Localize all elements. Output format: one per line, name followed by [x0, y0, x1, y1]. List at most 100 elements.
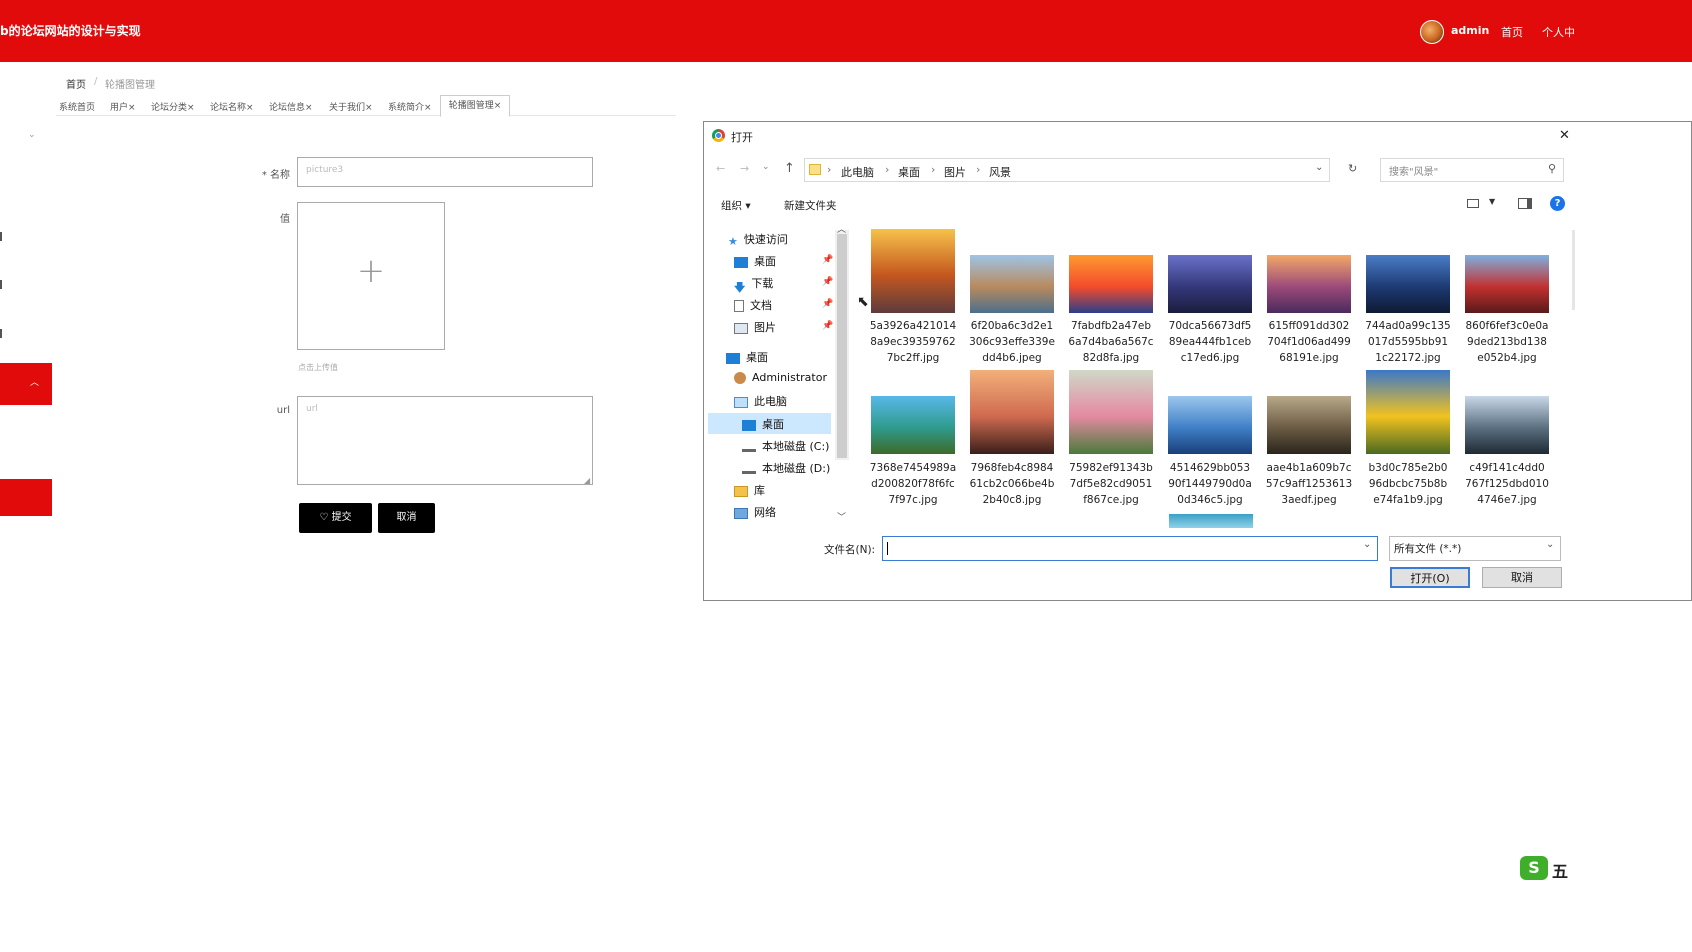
- file-name[interactable]: b3d0c785e2b0 96dbcbc75b8b e74fa1b9.jpg: [1360, 460, 1456, 508]
- profile-link[interactable]: 个人中: [1542, 24, 1575, 40]
- refresh-icon[interactable]: ↻: [1348, 162, 1357, 175]
- up-arrow-icon[interactable]: ↑: [784, 161, 795, 176]
- file-thumbnail[interactable]: [1168, 229, 1252, 313]
- pin-icon[interactable]: 📌: [822, 277, 833, 287]
- file-name[interactable]: 7968feb4c8984 61cb2c066be4b 2b40c8.jpg: [964, 460, 1060, 508]
- file-thumbnail[interactable]: [1267, 370, 1351, 454]
- file-thumbnail[interactable]: [1168, 370, 1252, 454]
- address-bar[interactable]: › 此电脑 › 桌面 › 图片 › 风景 ⌄: [804, 158, 1330, 182]
- file-thumbnail[interactable]: [1069, 229, 1153, 313]
- file-thumbnail[interactable]: [970, 370, 1054, 454]
- file-name[interactable]: 6f20ba6c3d2e1 306c93effe339e dd4b6.jpeg: [964, 318, 1060, 366]
- close-icon[interactable]: ✕: [1559, 128, 1570, 143]
- file-name[interactable]: 615ff091dd302 704f1d06ad499 68191e.jpg: [1261, 318, 1357, 366]
- nav-network[interactable]: 网络: [734, 504, 776, 520]
- address-segment[interactable]: 此电脑: [841, 164, 874, 180]
- image-uploader[interactable]: +: [297, 202, 445, 350]
- dialog-cancel-button[interactable]: 取消: [1482, 567, 1562, 588]
- search-icon[interactable]: ⚲: [1548, 162, 1556, 175]
- nav-drive-c[interactable]: 本地磁盘 (C:): [742, 438, 829, 454]
- file-name[interactable]: 4514629bb053 90f1449790d0a 0d346c5.jpg: [1162, 460, 1258, 508]
- url-textarea[interactable]: url: [297, 396, 593, 485]
- address-segment[interactable]: 桌面: [898, 164, 920, 180]
- tab-about-us[interactable]: 关于我们×: [329, 100, 373, 113]
- home-link[interactable]: 首页: [1501, 24, 1523, 40]
- view-mode-icon[interactable]: [1467, 199, 1479, 208]
- back-arrow-icon[interactable]: ←: [716, 162, 725, 175]
- file-name[interactable]: 70dca56673df5 89ea444fb1ceb c17ed6.jpg: [1162, 318, 1258, 366]
- nav-desktop-root[interactable]: 桌面: [726, 349, 768, 365]
- pin-icon[interactable]: 📌: [822, 321, 833, 331]
- pin-icon[interactable]: 📌: [822, 299, 833, 309]
- file-thumbnail[interactable]: [1465, 370, 1549, 454]
- submit-button[interactable]: ♡ 提交: [299, 503, 372, 533]
- file-thumbnail[interactable]: [1366, 370, 1450, 454]
- sidebar-item-marker[interactable]: [0, 280, 6, 289]
- file-thumbnail[interactable]: [1069, 370, 1153, 454]
- file-thumbnail[interactable]: [1267, 229, 1351, 313]
- scroll-down-icon[interactable]: ﹀: [837, 510, 846, 523]
- tab-forum-category[interactable]: 论坛分类×: [151, 100, 195, 113]
- nav-desktop[interactable]: 桌面: [734, 253, 776, 269]
- tab-forum-info[interactable]: 论坛信息×: [269, 100, 313, 113]
- tab-system-home[interactable]: 系统首页: [59, 100, 95, 113]
- file-thumbnail[interactable]: [871, 229, 955, 313]
- file-thumbnail[interactable]: [1366, 229, 1450, 313]
- file-name[interactable]: 860f6fef3c0e0a 9ded213bd138 e052b4.jpg: [1459, 318, 1555, 366]
- resize-handle-icon[interactable]: ◢: [584, 476, 590, 485]
- nav-administrator[interactable]: Administrator: [734, 371, 827, 384]
- tab-users[interactable]: 用户×: [110, 100, 136, 113]
- cancel-button[interactable]: 取消: [378, 503, 435, 533]
- file-thumbnail[interactable]: [871, 370, 955, 454]
- nav-libraries[interactable]: 库: [734, 482, 765, 498]
- organize-menu[interactable]: 组织 ▾: [721, 198, 751, 213]
- partial-thumbnail[interactable]: [1169, 514, 1253, 528]
- address-segment[interactable]: 图片: [944, 164, 966, 180]
- nav-quick-access[interactable]: ★ 快速访问: [728, 231, 788, 248]
- tab-system-intro[interactable]: 系统简介×: [388, 100, 432, 113]
- new-folder-button[interactable]: 新建文件夹: [784, 198, 837, 213]
- recent-dropdown-icon[interactable]: ⌄: [762, 162, 770, 172]
- file-name[interactable]: 7fabdfb2a47eb 6a7d4ba6a567c 82d8fa.jpg: [1063, 318, 1159, 366]
- nav-documents[interactable]: 文档: [734, 297, 772, 313]
- filename-dropdown-icon[interactable]: ⌄: [1363, 539, 1371, 550]
- username-link[interactable]: admin: [1451, 24, 1489, 37]
- tab-forum-name[interactable]: 论坛名称×: [210, 100, 254, 113]
- filetype-select[interactable]: 所有文件 (*.*) ⌄: [1389, 536, 1561, 561]
- name-input[interactable]: picture3: [297, 157, 593, 187]
- address-segment[interactable]: 风景: [989, 164, 1011, 180]
- file-thumbnail[interactable]: [1465, 229, 1549, 313]
- sidebar-item-marker[interactable]: [0, 232, 6, 241]
- view-dropdown-icon[interactable]: ▼: [1489, 197, 1495, 206]
- nav-downloads[interactable]: 🡇 下载: [734, 275, 773, 294]
- help-icon[interactable]: ?: [1550, 196, 1565, 211]
- tab-carousel-manage[interactable]: 轮播图管理×: [440, 95, 510, 117]
- nav-this-pc[interactable]: 此电脑: [734, 393, 787, 409]
- pin-icon[interactable]: 📌: [822, 255, 833, 265]
- file-name[interactable]: 5a3926a421014 8a9ec39359762 7bc2ff.jpg: [865, 318, 961, 366]
- file-name[interactable]: 75982ef91343b 7df5e82cd9051 f867ce.jpg: [1063, 460, 1159, 508]
- sidebar-collapse-icon[interactable]: ⌄: [28, 130, 36, 140]
- nav-scroll-thumb[interactable]: [837, 234, 847, 458]
- address-dropdown-icon[interactable]: ⌄: [1315, 162, 1323, 173]
- sidebar-subitem-active[interactable]: [0, 479, 52, 516]
- user-avatar[interactable]: [1420, 20, 1444, 44]
- open-button[interactable]: 打开(O): [1390, 567, 1470, 588]
- sidebar-item-marker[interactable]: [0, 329, 6, 338]
- search-input[interactable]: 搜索"风景": [1380, 158, 1564, 182]
- sidebar-item-active[interactable]: ︿: [0, 363, 52, 405]
- scroll-up-icon[interactable]: ︿: [837, 222, 846, 235]
- file-name[interactable]: 744ad0a99c135 017d5595bb91 1c22172.jpg: [1360, 318, 1456, 366]
- file-name[interactable]: aae4b1a609b7c 57c9aff1253613 3aedf.jpeg: [1261, 460, 1357, 508]
- file-scrollbar[interactable]: [1572, 230, 1575, 310]
- file-name[interactable]: c49f141c4dd0 767f125dbd010 4746e7.jpg: [1459, 460, 1555, 508]
- file-thumbnail[interactable]: [970, 229, 1054, 313]
- nav-pictures[interactable]: 图片: [734, 319, 776, 335]
- forward-arrow-icon[interactable]: →: [740, 162, 749, 175]
- breadcrumb-home[interactable]: 首页: [66, 76, 86, 91]
- file-name[interactable]: 7368e7454989a d200820f78f6fc 7f97c.jpg: [865, 460, 961, 508]
- nav-drive-d[interactable]: 本地磁盘 (D:): [742, 460, 830, 476]
- preview-pane-icon[interactable]: [1518, 198, 1532, 209]
- nav-pc-desktop[interactable]: 桌面: [742, 416, 784, 432]
- filename-input[interactable]: ⌄: [882, 536, 1378, 561]
